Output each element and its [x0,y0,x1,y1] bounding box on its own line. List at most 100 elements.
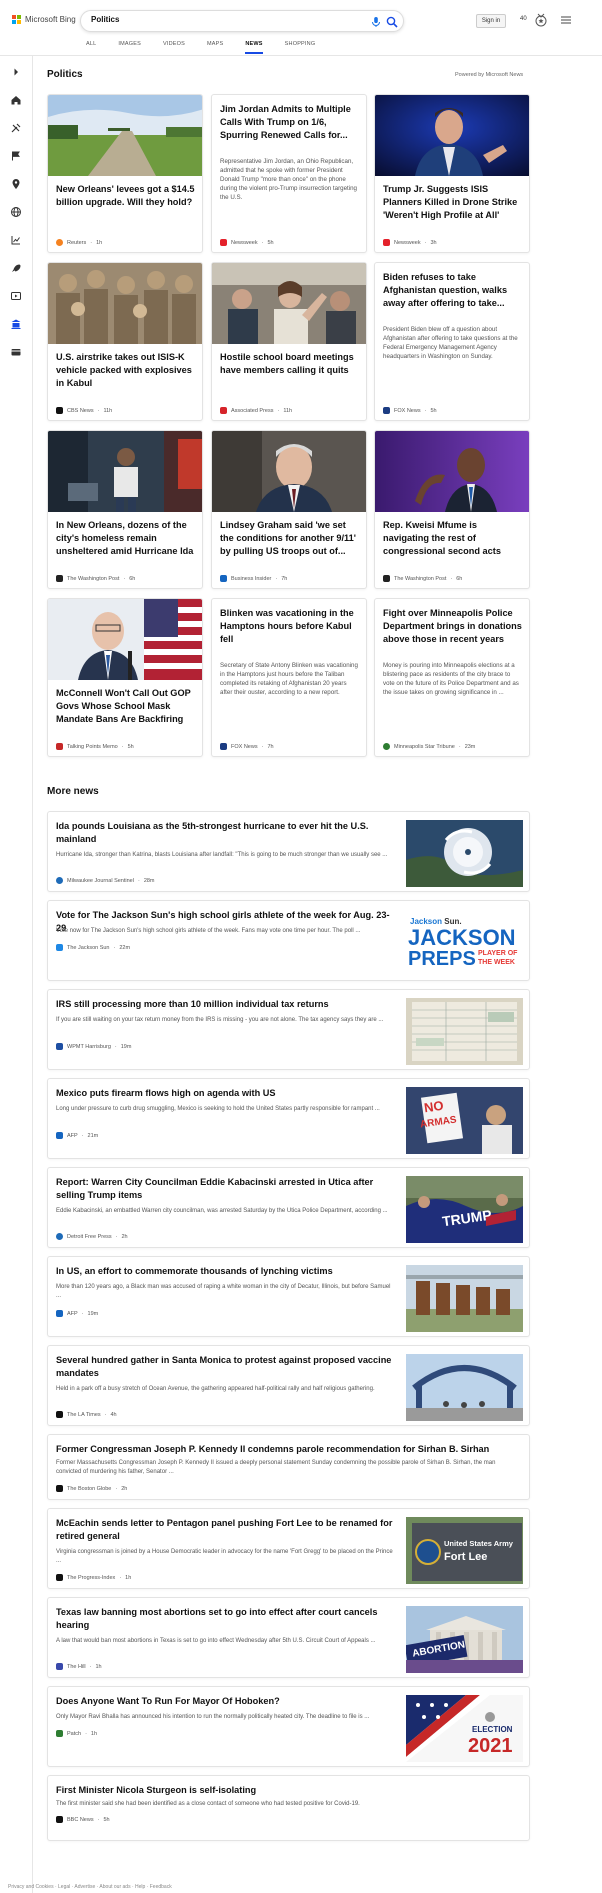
news-list-item[interactable]: McEachin sends letter to Pentagon panel … [47,1508,530,1589]
news-list-item[interactable]: Report: Warren City Councilman Eddie Kab… [47,1167,530,1248]
tab-all[interactable]: ALL [86,41,96,54]
rewards-medal-icon[interactable] [533,12,549,28]
news-item-title[interactable]: Does Anyone Want To Run For Mayor Of Hob… [56,1695,396,1708]
card-title[interactable]: Rep. Kweisi Mfume is navigating the rest… [383,519,523,558]
santa-monica-pier-thumbnail [406,1354,523,1421]
tools-icon[interactable] [10,122,22,134]
card-title[interactable]: Lindsey Graham said 'we set the conditio… [220,519,360,558]
brand-name: Microsoft Bing [25,15,76,24]
hamburger-menu-icon[interactable] [560,14,572,26]
rocket-icon[interactable] [10,262,22,274]
chart-icon[interactable] [10,234,22,246]
news-list-item[interactable]: Former Congressman Joseph P. Kennedy II … [47,1434,530,1500]
news-item-source: Patch · 1h [56,1730,97,1737]
page-footer[interactable]: Privacy and Cookies · Legal · Advertise … [0,1884,602,1893]
source-logo-icon [56,877,63,884]
news-list-item[interactable]: Vote for The Jackson Sun's high school g… [47,900,530,981]
card-title[interactable]: Trump Jr. Suggests ISIS Planners Killed … [383,183,523,222]
card-title[interactable]: McConnell Won't Call Out GOP Govs Whose … [56,687,196,726]
news-card[interactable]: Fight over Minneapolis Police Department… [374,598,530,757]
expand-chevron-icon[interactable] [10,66,22,78]
news-card[interactable]: New Orleans' levees got a $14.5 billion … [47,94,203,253]
card-source: Newsweek · 5h [220,239,274,246]
card-title[interactable]: Jim Jordan Admits to Multiple Calls With… [220,103,360,142]
search-tabs: ALL IMAGES VIDEOS MAPS NEWS SHOPPING [86,41,337,54]
card-source: FOX News · 7h [220,743,274,750]
news-card[interactable]: Blinken was vacationing in the Hamptons … [211,598,367,757]
news-item-title[interactable]: Ida pounds Louisiana as the 5th-stronges… [56,820,396,846]
news-item-title[interactable]: Mexico puts firearm flows high on agenda… [56,1087,396,1100]
news-list-item[interactable]: Ida pounds Louisiana as the 5th-stronges… [47,811,530,892]
news-item-snippet: Held in a park off a busy stretch of Oce… [56,1386,375,1392]
news-list-item[interactable]: IRS still processing more than 10 millio… [47,989,530,1070]
globe-icon[interactable] [10,206,22,218]
card-title[interactable]: Biden refuses to take Afghanistan questi… [383,271,523,310]
government-icon[interactable] [10,318,22,330]
news-card[interactable]: McConnell Won't Call Out GOP Govs Whose … [47,598,203,757]
news-item-title[interactable]: In US, an effort to commemorate thousand… [56,1265,396,1278]
news-item-title[interactable]: IRS still processing more than 10 millio… [56,998,396,1011]
bing-logo[interactable]: Microsoft Bing [12,15,76,24]
search-icon[interactable] [385,15,399,29]
news-item-title[interactable]: Report: Warren City Councilman Eddie Kab… [56,1176,396,1202]
source-logo-icon [56,1574,63,1581]
trump-jr-photo [375,95,529,176]
source-logo-icon [56,1485,63,1492]
source-logo-icon [56,1816,63,1823]
homeless-new-orleans-photo [48,431,202,512]
card-title[interactable]: New Orleans' levees got a $14.5 billion … [56,183,196,209]
section-title-more-news: More news [47,786,99,797]
card-title[interactable]: Blinken was vacationing in the Hamptons … [220,607,360,646]
news-item-title[interactable]: McEachin sends letter to Pentagon panel … [56,1517,396,1543]
card-title[interactable]: U.S. airstrike takes out ISIS-K vehicle … [56,351,196,390]
news-list-item[interactable]: Several hundred gather in Santa Monica t… [47,1345,530,1426]
search-input[interactable] [91,15,341,24]
news-item-title[interactable]: Several hundred gather in Santa Monica t… [56,1354,396,1380]
search-box[interactable] [80,10,404,32]
top-header: Microsoft Bing Sign in 40 ALL IMAGES VID… [0,0,602,56]
news-list-item[interactable]: In US, an effort to commemorate thousand… [47,1256,530,1337]
news-list-item[interactable]: Mexico puts firearm flows high on agenda… [47,1078,530,1159]
protest-sign-thumbnail: NO ARMAS [406,1087,523,1154]
news-item-source: Detroit Free Press · 2h [56,1233,128,1240]
card-title[interactable]: In New Orleans, dozens of the city's hom… [56,519,196,558]
news-item-source: Milwaukee Journal Sentinel · 28m [56,877,155,884]
tab-images[interactable]: IMAGES [118,41,141,54]
section-title-politics: Politics [47,69,83,80]
news-item-title[interactable]: Former Congressman Joseph P. Kennedy II … [56,1443,521,1456]
tab-shopping[interactable]: SHOPPING [285,41,316,54]
home-icon[interactable] [10,94,22,106]
source-logo-icon [56,1310,63,1317]
news-card[interactable]: Lindsey Graham said 'we set the conditio… [211,430,367,589]
card-source: The Washington Post · 6h [383,575,462,582]
microphone-icon[interactable] [369,15,383,29]
powered-by-label[interactable]: Powered by Microsoft News [455,72,523,78]
newsweek-logo-icon [220,239,227,246]
news-card[interactable]: Hostile school board meetings have membe… [211,262,367,421]
tab-videos[interactable]: VIDEOS [163,41,185,54]
news-list-item[interactable]: First Minister Nicola Sturgeon is self-i… [47,1775,530,1841]
cbs-logo-icon [56,407,63,414]
news-card[interactable]: Trump Jr. Suggests ISIS Planners Killed … [374,94,530,253]
card-title[interactable]: Hostile school board meetings have membe… [220,351,360,377]
news-item-title[interactable]: First Minister Nicola Sturgeon is self-i… [56,1784,521,1797]
card-title[interactable]: Fight over Minneapolis Police Department… [383,607,523,646]
news-list-item[interactable]: Texas law banning most abortions set to … [47,1597,530,1678]
news-list-item[interactable]: Does Anyone Want To Run For Mayor Of Hob… [47,1686,530,1767]
news-card[interactable]: Biden refuses to take Afghanistan questi… [374,262,530,421]
rewards-count[interactable]: 40 [520,16,527,22]
wallet-icon[interactable] [10,346,22,358]
location-pin-icon[interactable] [10,178,22,190]
fox-news-logo-icon [383,407,390,414]
tab-news[interactable]: NEWS [245,41,263,54]
flag-icon[interactable] [10,150,22,162]
news-card[interactable]: Rep. Kweisi Mfume is navigating the rest… [374,430,530,589]
news-card[interactable]: In New Orleans, dozens of the city's hom… [47,430,203,589]
news-item-title[interactable]: Texas law banning most abortions set to … [56,1606,396,1632]
news-card[interactable]: Jim Jordan Admits to Multiple Calls With… [211,94,367,253]
election-2021-thumbnail: ELECTION 2021 [406,1695,523,1762]
video-icon[interactable] [10,290,22,302]
tab-maps[interactable]: MAPS [207,41,223,54]
sign-in-button[interactable]: Sign in [476,14,506,28]
news-card[interactable]: U.S. airstrike takes out ISIS-K vehicle … [47,262,203,421]
